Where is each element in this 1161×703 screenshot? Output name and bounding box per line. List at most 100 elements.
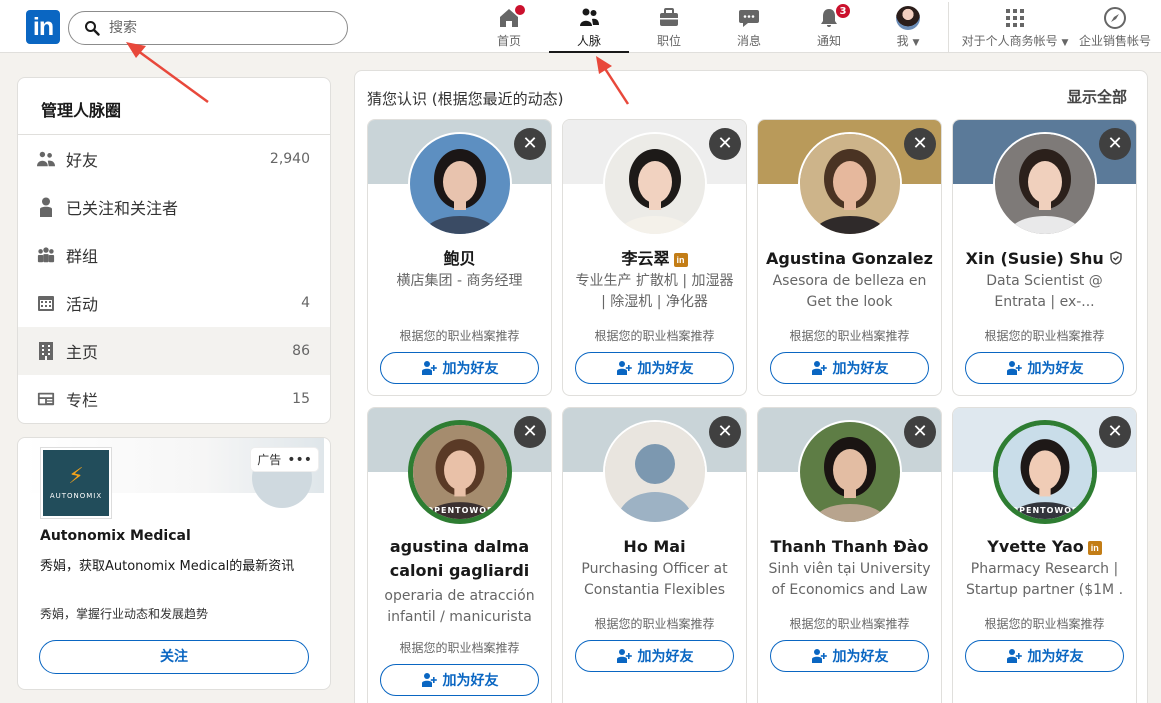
person-avatar[interactable]	[603, 420, 707, 524]
nav-sales-label: 企业销售帐号	[1078, 34, 1151, 48]
add-person-icon	[616, 649, 632, 663]
premium-icon: in	[1087, 541, 1102, 555]
dismiss-button[interactable]: ✕	[514, 128, 546, 160]
ad-card: 广告 ••• ⚡ AUTONOMIX Autonomix Medical 秀娟，获…	[17, 437, 331, 690]
ad-subdescription: 秀娟，掌握行业动态和发展趋势	[40, 607, 209, 621]
manage-item-label: 好友	[66, 151, 99, 170]
nav-jobs-label: 职位	[656, 34, 681, 48]
manage-item-pages[interactable]: 主页 86	[18, 327, 330, 375]
person-name[interactable]: Thanh Thanh Đào	[766, 535, 933, 559]
recommendation-reason: 根据您的职业档案推荐	[594, 329, 715, 343]
person-name[interactable]: Yvette Yao in	[961, 535, 1128, 559]
dismiss-button[interactable]: ✕	[904, 128, 936, 160]
dismiss-button[interactable]: ✕	[514, 416, 546, 448]
person-card[interactable]: ✕ Ho Mai Purchasing Officer at Constanti…	[562, 407, 747, 703]
dismiss-button[interactable]: ✕	[709, 416, 741, 448]
dismiss-button[interactable]: ✕	[1099, 128, 1131, 160]
suggestions-panel: 猜您认识 (根据您最近的动态) 显示全部 ✕ 鲍贝 横店集团 - 商务经理 根据…	[354, 70, 1148, 703]
open-to-work-frame: #OPENTOWORK	[418, 506, 502, 515]
connect-button[interactable]: 加为好友	[575, 640, 734, 672]
recommendation-reason: 根据您的职业档案推荐	[594, 617, 715, 631]
person-headline: operaria de atracción infantil / manicur…	[384, 588, 535, 625]
person-name[interactable]: agustina dalma caloni gagliardi	[376, 535, 543, 583]
connect-label: 加为好友	[637, 649, 694, 665]
ad-follow-button[interactable]: 关注	[39, 640, 309, 674]
manage-item-groups[interactable]: 群组	[18, 231, 330, 279]
person-card[interactable]: #OPENTOWORK ✕ Yvette Yao in Pharmacy Rese…	[952, 407, 1137, 703]
nav-messaging[interactable]: 消息	[709, 6, 789, 52]
manage-network-card: 管理人脉圈 好友 2,940 已关注和关注者 群组 活动 4 主页 86 专栏 …	[17, 77, 331, 424]
nav-sales[interactable]: 企业销售帐号	[1074, 6, 1156, 52]
connect-button[interactable]: 加为好友	[380, 664, 539, 696]
connect-label: 加为好友	[1027, 649, 1084, 665]
person-name[interactable]: Ho Mai	[571, 535, 738, 559]
dismiss-button[interactable]: ✕	[1099, 416, 1131, 448]
person-name[interactable]: Xin (Susie) Shu	[961, 247, 1128, 271]
ad-tag[interactable]: 广告 •••	[251, 448, 318, 471]
ad-company-name[interactable]: Autonomix Medical	[40, 528, 191, 544]
nav-home-label: 首页	[496, 34, 521, 48]
nav-notifications-label: 通知	[816, 34, 841, 48]
close-icon: ✕	[912, 133, 928, 154]
person-avatar[interactable]	[408, 132, 512, 236]
premium-icon: in	[673, 253, 688, 267]
person-avatar[interactable]	[603, 132, 707, 236]
person-card[interactable]: ✕ 李云翠 in 专业生产 扩散机 | 加湿器 | 除湿机 | 净化器 根据您的职…	[562, 119, 747, 396]
connect-button[interactable]: 加为好友	[965, 640, 1124, 672]
verified-icon	[1110, 251, 1123, 265]
group-icon	[37, 246, 55, 264]
connect-button[interactable]: 加为好友	[965, 352, 1124, 384]
connect-button[interactable]: 加为好友	[575, 352, 734, 384]
ad-company-logo[interactable]: ⚡ AUTONOMIX	[41, 448, 111, 518]
manage-item-connections[interactable]: 好友 2,940	[18, 135, 330, 183]
connect-button[interactable]: 加为好友	[380, 352, 539, 384]
search-box[interactable]	[68, 11, 348, 45]
connect-label: 加为好友	[637, 361, 694, 377]
search-input[interactable]	[109, 20, 309, 36]
person-avatar[interactable]	[993, 132, 1097, 236]
add-person-icon	[616, 361, 632, 375]
linkedin-logo[interactable]: in	[26, 10, 60, 44]
nav-notifications[interactable]: 3 通知	[789, 3, 869, 52]
person-avatar[interactable]	[798, 420, 902, 524]
connect-label: 加为好友	[832, 649, 889, 665]
dismiss-button[interactable]: ✕	[904, 416, 936, 448]
nav-me[interactable]: 我 ▼	[868, 6, 948, 52]
more-icon[interactable]: •••	[287, 453, 312, 467]
add-person-icon	[421, 361, 437, 375]
nav-jobs[interactable]: 职位	[629, 6, 709, 52]
person-headline: 专业生产 扩散机 | 加湿器 | 除湿机 | 净化器	[575, 273, 734, 310]
manage-item-newsletters[interactable]: 专栏 15	[18, 375, 330, 423]
building-icon	[37, 342, 55, 360]
top-navigation: in 首页 人脉 职位 消息 3 通知 我 ▼	[0, 0, 1161, 53]
person-name[interactable]: Agustina Gonzalez	[766, 247, 933, 271]
person-avatar[interactable]	[798, 132, 902, 236]
manage-item-following[interactable]: 已关注和关注者	[18, 183, 330, 231]
person-name[interactable]: 李云翠 in	[571, 247, 738, 271]
person-avatar[interactable]: #OPENTOWORK	[993, 420, 1097, 524]
connect-button[interactable]: 加为好友	[770, 640, 929, 672]
nav-divider	[948, 2, 949, 52]
close-icon: ✕	[717, 421, 733, 442]
manage-item-events[interactable]: 活动 4	[18, 279, 330, 327]
dismiss-button[interactable]: ✕	[709, 128, 741, 160]
home-notification-dot	[514, 4, 526, 16]
manage-item-count: 2,940	[269, 151, 310, 167]
person-card[interactable]: ✕ Xin (Susie) Shu Data Scientist @ Entra…	[952, 119, 1137, 396]
chevron-down-icon: ▼	[1061, 38, 1069, 48]
compass-icon	[1104, 7, 1126, 29]
person-card[interactable]: ✕ Agustina Gonzalez Asesora de belleza e…	[757, 119, 942, 396]
person-card[interactable]: ✕ Thanh Thanh Đào Sinh viên tại Universi…	[757, 407, 942, 703]
connect-button[interactable]: 加为好友	[770, 352, 929, 384]
nav-home[interactable]: 首页	[469, 4, 549, 52]
person-name[interactable]: 鲍贝	[376, 247, 543, 271]
search-icon	[85, 21, 100, 36]
nav-network[interactable]: 人脉	[549, 6, 629, 53]
avatar	[896, 6, 920, 30]
person-avatar[interactable]: #OPENTOWORK	[408, 420, 512, 524]
nav-business[interactable]: 对于个人商务帐号 ▼	[955, 6, 1075, 52]
manage-item-count: 86	[292, 343, 310, 359]
show-all-button[interactable]: 显示全部	[1067, 86, 1127, 107]
person-card[interactable]: ✕ 鲍贝 横店集团 - 商务经理 根据您的职业档案推荐 加为好友	[367, 119, 552, 396]
person-card[interactable]: #OPENTOWORK ✕ agustina dalma caloni gagl…	[367, 407, 552, 703]
